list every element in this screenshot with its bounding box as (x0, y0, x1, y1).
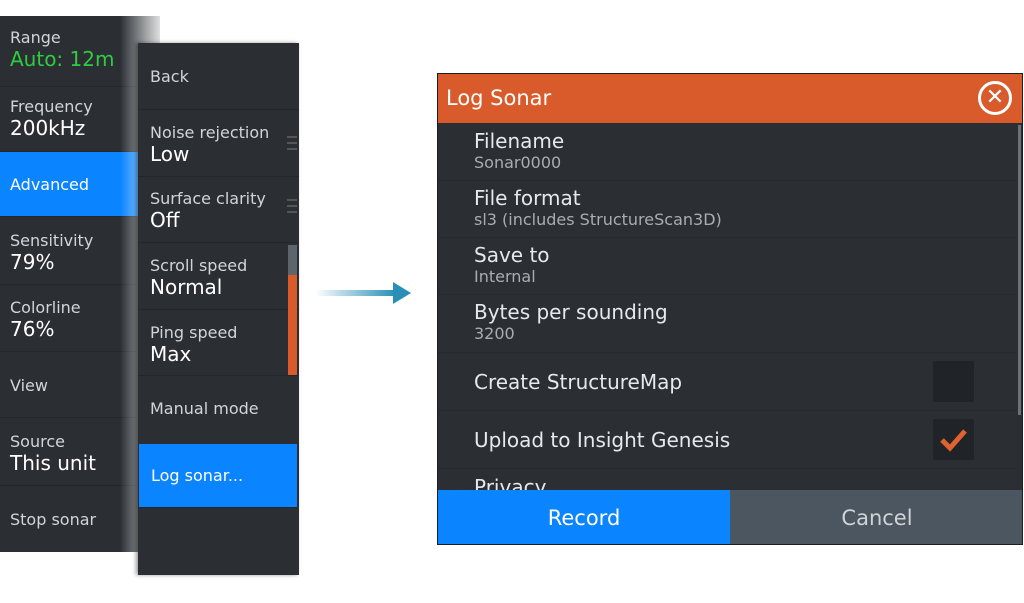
create-structuremap-checkbox[interactable] (933, 361, 974, 402)
filename-label: Filename (474, 129, 565, 153)
menu-item-stop-sonar[interactable]: Stop sonar (0, 486, 160, 552)
checkbox-row-structuremap[interactable]: Create StructureMap (438, 353, 1016, 411)
dialog-header: Log Sonar ✕ (438, 74, 1022, 123)
surface-clarity-label: Surface clarity (150, 189, 266, 208)
save-to-value: Internal (474, 267, 536, 286)
sonar-menu: Range Auto: 12m Frequency 200kHz Advanced … (0, 16, 160, 552)
dialog-scrollbar[interactable] (1018, 125, 1021, 415)
advanced-menu: Back Noise rejection Low Surface clarity O… (138, 43, 299, 575)
file-format-label: File format (474, 186, 581, 210)
log-sonar-dialog: Log Sonar ✕ Filename Sonar0000 File forma… (437, 73, 1023, 545)
menu-item-colorline[interactable]: Colorline 76% (0, 285, 160, 352)
upload-insight-genesis-checkbox[interactable] (933, 419, 974, 460)
menu-item-back[interactable]: Back (138, 43, 299, 110)
ping-speed-value: Max (150, 342, 192, 366)
noise-rejection-label: Noise rejection (150, 123, 270, 142)
save-to-label: Save to (474, 243, 550, 267)
file-format-value: sl3 (includes StructureScan3D) (474, 210, 722, 229)
surface-clarity-value: Off (150, 208, 180, 232)
noise-rejection-value: Low (150, 142, 190, 166)
menu-item-sensitivity[interactable]: Sensitivity 79% (0, 217, 160, 285)
menu-item-log-sonar[interactable]: Log sonar... (139, 444, 297, 508)
dialog-title: Log Sonar (446, 86, 552, 110)
menu-item-range[interactable]: Range Auto: 12m (0, 16, 160, 87)
field-bytes-per-sounding[interactable]: Bytes per sounding 3200 (438, 295, 1016, 353)
cancel-button[interactable]: Cancel (730, 490, 1022, 544)
back-label: Back (150, 67, 189, 86)
menu-item-scroll-speed[interactable]: Scroll speed Normal (138, 243, 299, 310)
record-button[interactable]: Record (438, 490, 730, 544)
checkmark-icon (940, 429, 967, 452)
menu-item-view[interactable]: View (0, 352, 160, 418)
scroll-speed-label: Scroll speed (150, 256, 248, 275)
bytes-value: 3200 (474, 324, 515, 343)
field-file-format[interactable]: File format sl3 (includes StructureScan3D… (438, 181, 1016, 238)
menu-item-manual-mode[interactable]: Manual mode (138, 376, 299, 443)
drag-handle-icon (287, 199, 297, 213)
ping-speed-label: Ping speed (150, 323, 238, 342)
close-circle-icon[interactable]: ✕ (978, 81, 1012, 115)
manual-mode-label: Manual mode (150, 399, 259, 418)
scroll-speed-value: Normal (150, 275, 223, 299)
bytes-label: Bytes per sounding (474, 300, 668, 324)
menu-item-ping-speed[interactable]: Ping speed Max (138, 310, 299, 376)
menu-item-frequency[interactable]: Frequency 200kHz (0, 87, 160, 152)
scrollbar-thumb[interactable] (288, 275, 297, 375)
filename-value: Sonar0000 (474, 153, 562, 172)
menu-item-noise-rejection[interactable]: Noise rejection Low (138, 110, 299, 177)
log-sonar-label: Log sonar... (151, 466, 244, 485)
arrow-right-icon (315, 282, 411, 304)
menu-item-surface-clarity[interactable]: Surface clarity Off (138, 177, 299, 243)
menu-item-advanced[interactable]: Advanced (0, 152, 160, 217)
drag-handle-icon (287, 136, 297, 150)
menu-item-source[interactable]: Source This unit (0, 418, 160, 486)
scrollbar-track[interactable] (288, 245, 297, 275)
field-save-to[interactable]: Save to Internal (438, 238, 1016, 295)
field-filename[interactable]: Filename Sonar0000 (438, 123, 1016, 181)
checkbox-row-insight-genesis[interactable]: Upload to Insight Genesis (438, 411, 1016, 469)
